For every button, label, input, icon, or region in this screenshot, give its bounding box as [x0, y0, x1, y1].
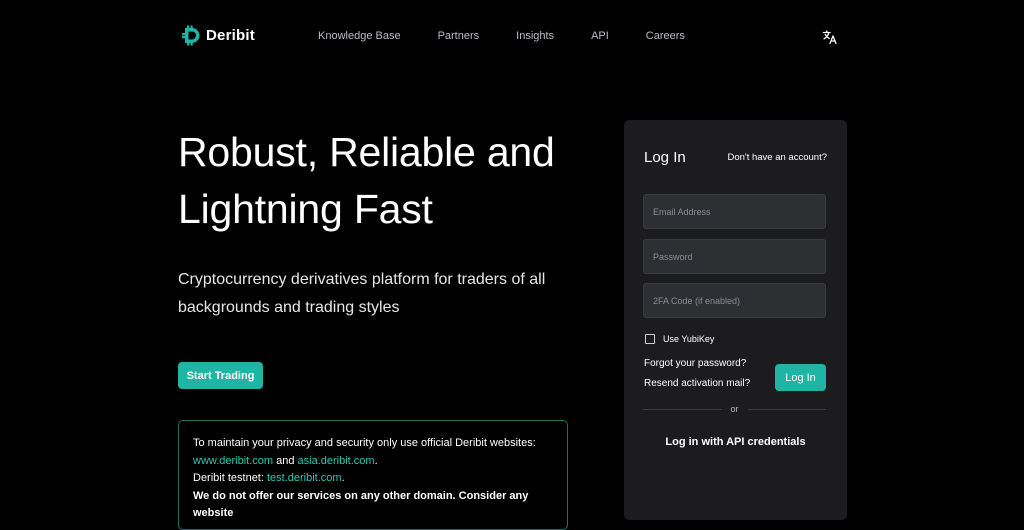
- hero-subtitle: Cryptocurrency derivatives platform for …: [178, 271, 546, 316]
- email-input[interactable]: [643, 194, 826, 229]
- nav-careers[interactable]: Careers: [646, 30, 685, 42]
- notice-warning: We do not offer our services on any othe…: [193, 488, 553, 523]
- nav-api[interactable]: API: [591, 30, 609, 42]
- hero-title: Robust, Reliable and Lightning Fast: [178, 129, 555, 232]
- testnet-label: Deribit testnet:: [193, 472, 267, 484]
- checkbox-icon[interactable]: [645, 334, 655, 344]
- divider-line-right: [747, 409, 827, 410]
- forgot-password-link[interactable]: Forgot your password?: [644, 358, 746, 369]
- divider-line-left: [643, 409, 722, 410]
- yubikey-toggle[interactable]: Use YubiKey: [645, 334, 714, 344]
- brand-logo[interactable]: Deribit: [180, 25, 255, 46]
- login-panel: Log In Don't have an account? Use YubiKe…: [624, 120, 847, 520]
- nav-insights[interactable]: Insights: [516, 30, 554, 42]
- notice-domains: www.deribit.com and asia.deribit.com.: [193, 453, 553, 471]
- notice-period-2: .: [341, 472, 345, 484]
- start-trading-button[interactable]: Start Trading: [178, 362, 263, 389]
- divider-or: or: [730, 404, 739, 414]
- link-test-deribit[interactable]: test.deribit.com: [267, 472, 342, 484]
- yubikey-label: Use YubiKey: [663, 334, 715, 344]
- main-nav: Knowledge Base Partners Insights API Car…: [318, 30, 685, 42]
- brand-name: Deribit: [206, 27, 255, 44]
- or-divider: or: [643, 405, 827, 414]
- nav-partners[interactable]: Partners: [438, 30, 480, 42]
- api-login-link[interactable]: Log in with API credentials: [624, 436, 847, 448]
- login-button[interactable]: Log In: [775, 364, 826, 391]
- deribit-logo-icon: [182, 25, 200, 46]
- nav-knowledge-base[interactable]: Knowledge Base: [318, 30, 401, 42]
- link-asia-deribit[interactable]: asia.deribit.com: [298, 455, 375, 467]
- login-title: Log In: [644, 149, 686, 166]
- notice-warning-text: We do not offer our services on any othe…: [193, 489, 529, 520]
- resend-activation-link[interactable]: Resend activation mail?: [644, 378, 750, 389]
- security-notice: To maintain your privacy and security on…: [178, 420, 568, 530]
- translate-icon[interactable]: [822, 29, 838, 45]
- notice-period: .: [374, 454, 378, 467]
- link-www-deribit[interactable]: www.deribit.com: [193, 455, 273, 467]
- password-input[interactable]: [643, 239, 826, 274]
- notice-testnet: Deribit testnet: test.deribit.com.: [193, 470, 553, 488]
- signup-link[interactable]: Don't have an account?: [727, 152, 827, 163]
- header: Deribit Knowledge Base Partners Insights…: [0, 0, 1024, 74]
- tfa-input[interactable]: [643, 283, 826, 318]
- notice-and: and: [273, 454, 298, 467]
- notice-intro: To maintain your privacy and security on…: [193, 437, 536, 449]
